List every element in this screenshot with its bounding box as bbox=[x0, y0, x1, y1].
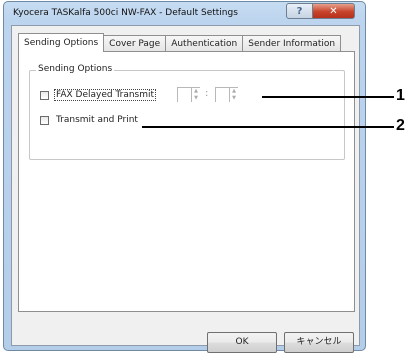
transmit-and-print-label: Transmit and Print bbox=[56, 115, 138, 125]
fax-delayed-transmit-checkbox[interactable] bbox=[40, 90, 49, 100]
callout-line-2 bbox=[142, 126, 394, 128]
tab-sender-information[interactable]: Sender Information bbox=[243, 35, 342, 52]
tab-cover-page[interactable]: Cover Page bbox=[104, 35, 167, 52]
callout-line-1 bbox=[262, 96, 394, 98]
spin-up-icon: ▲ bbox=[194, 88, 198, 94]
hour-spin-buttons: ▲ ▼ bbox=[191, 88, 200, 102]
title-bar[interactable]: Kyocera TASKalfa 500ci NW-FAX - Default … bbox=[4, 2, 365, 24]
ok-button[interactable]: OK bbox=[207, 332, 277, 353]
close-button[interactable]: ✕ bbox=[312, 3, 355, 19]
callout-number-1: 1 bbox=[396, 87, 405, 104]
fax-delayed-transmit-label: FAX Delayed Transmit bbox=[53, 89, 157, 101]
dialog-client-area: Sending Options Cover Page Authenticatio… bbox=[11, 25, 360, 353]
sending-options-panel: Sending Options FAX Delayed Transmit ▲ ▼… bbox=[18, 51, 355, 312]
spin-down-icon: ▼ bbox=[194, 95, 198, 101]
transmit-and-print-checkbox[interactable] bbox=[40, 115, 49, 125]
question-mark-icon: ? bbox=[296, 5, 303, 17]
group-title: Sending Options bbox=[36, 64, 115, 74]
callout-number-2: 2 bbox=[396, 117, 405, 134]
cancel-button[interactable]: キャンセル bbox=[284, 332, 354, 353]
transmit-and-print-option[interactable]: Transmit and Print bbox=[40, 115, 139, 125]
minute-spinbox: ▲ ▼ bbox=[215, 87, 238, 102]
settings-dialog: Kyocera TASKalfa 500ci NW-FAX - Default … bbox=[3, 1, 366, 353]
time-separator: : bbox=[205, 88, 209, 99]
spin-up-icon: ▲ bbox=[232, 88, 236, 94]
minute-spin-buttons: ▲ ▼ bbox=[229, 88, 238, 102]
fax-delayed-transmit-option[interactable]: FAX Delayed Transmit bbox=[40, 89, 157, 101]
tab-sending-options[interactable]: Sending Options bbox=[18, 33, 105, 52]
tab-strip: Sending Options Cover Page Authenticatio… bbox=[18, 33, 342, 52]
hour-spinbox: ▲ ▼ bbox=[177, 87, 200, 102]
tab-authentication[interactable]: Authentication bbox=[166, 35, 244, 52]
spin-down-icon: ▼ bbox=[232, 95, 236, 101]
window-title: Kyocera TASKalfa 500ci NW-FAX - Default … bbox=[13, 8, 238, 18]
close-icon: ✕ bbox=[329, 5, 338, 17]
help-button[interactable]: ? bbox=[286, 3, 313, 19]
sending-options-group: Sending Options FAX Delayed Transmit ▲ ▼… bbox=[29, 64, 345, 160]
